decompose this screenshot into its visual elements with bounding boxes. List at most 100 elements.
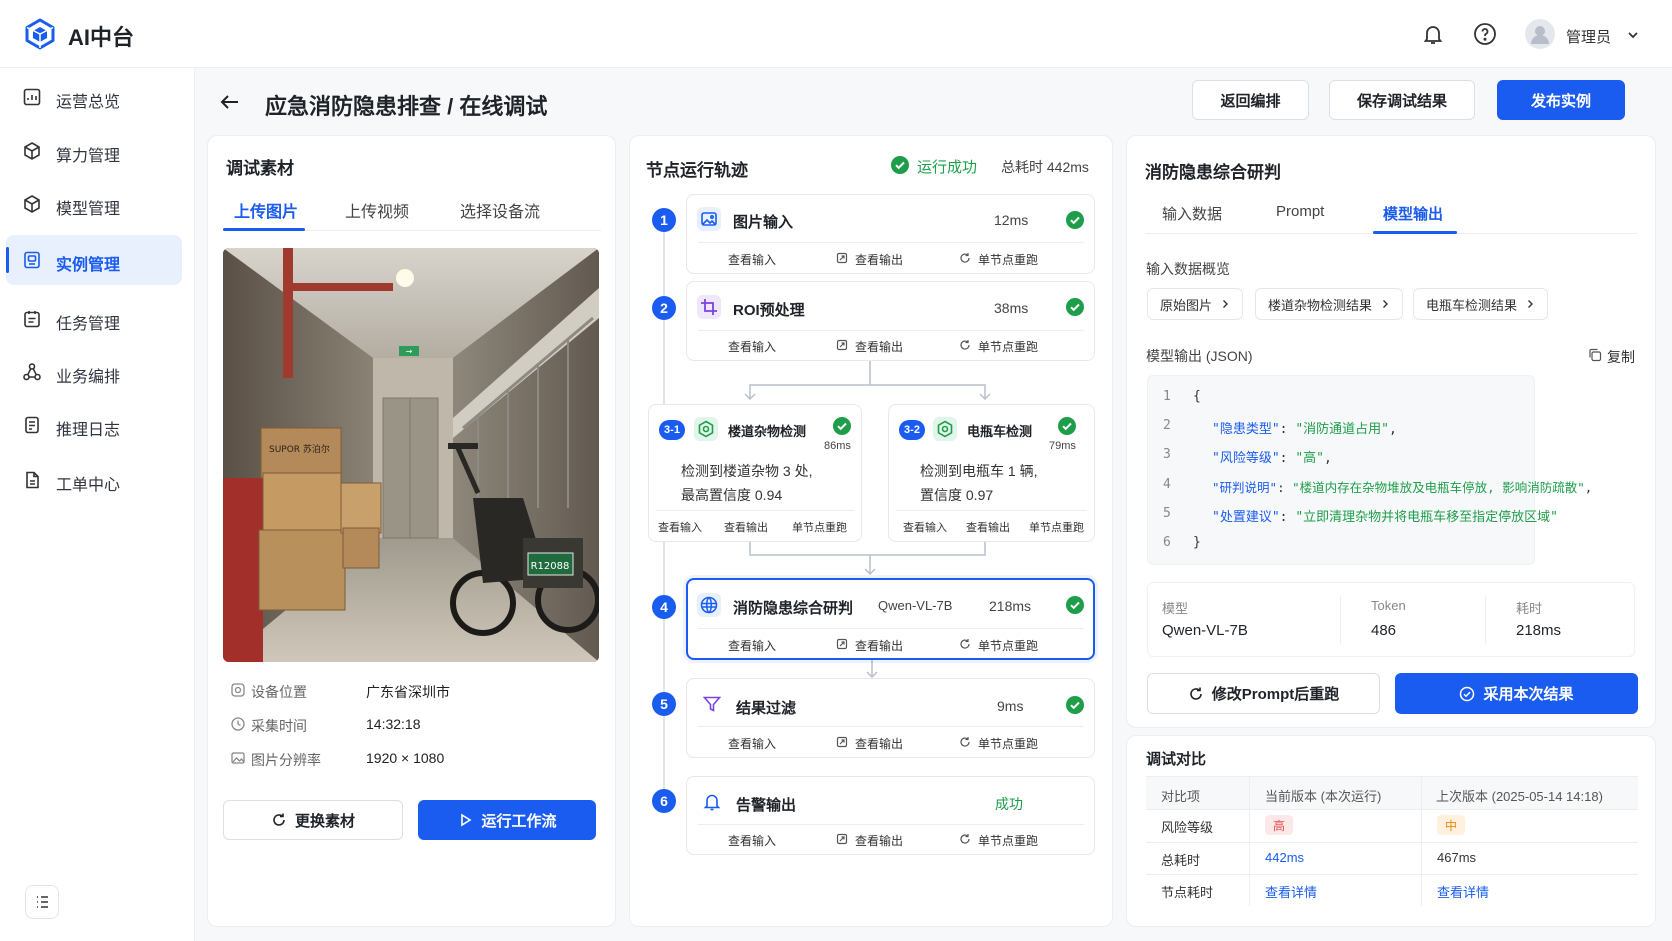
view-output-link[interactable]: 查看输出 — [855, 338, 903, 355]
tab-prompt[interactable]: Prompt — [1276, 203, 1324, 220]
json-key: "风险等级" — [1212, 451, 1280, 466]
node4-to-node5-arrow — [866, 660, 878, 679]
exit-sign-text: → — [406, 347, 413, 356]
current-node-time-details-link[interactable]: 查看详情 — [1265, 882, 1317, 901]
view-output-icon — [836, 339, 848, 351]
risk-badge-medium: 中 — [1437, 815, 1466, 835]
view-input-link[interactable]: 查看输入 — [728, 637, 776, 654]
stat-key: 耗时 — [1516, 601, 1543, 616]
sidebar-item-instances[interactable]: 实例管理 — [6, 235, 182, 285]
adopt-result-button[interactable]: 采用本次结果 — [1395, 673, 1638, 714]
view-output-link[interactable]: 查看输出 — [855, 637, 903, 654]
json-value: "高" — [1295, 451, 1324, 466]
view-input-link[interactable]: 查看输入 — [728, 735, 776, 752]
view-output-link[interactable]: 查看输出 — [966, 519, 1010, 535]
chip-ebike-result[interactable]: 电瓶车检测结果 — [1413, 288, 1549, 320]
sidebar-item-label: 业务编排 — [56, 369, 121, 386]
rerun-node-link[interactable]: 单节点重跑 — [978, 735, 1038, 752]
view-output-link[interactable]: 查看输出 — [724, 519, 768, 535]
tab-upload-image[interactable]: 上传图片 — [234, 198, 298, 222]
view-input-link[interactable]: 查看输入 — [658, 519, 702, 535]
username[interactable]: 管理员 — [1566, 26, 1611, 47]
node-description: 检测到电瓶车 1 辆, — [920, 463, 1038, 479]
node-name: 图片输入 — [733, 214, 794, 231]
sidebar-item-models[interactable]: 模型管理 — [6, 179, 182, 229]
back-arrow-icon[interactable] — [218, 90, 242, 114]
chip-label: 原始图片 — [1160, 297, 1213, 313]
view-input-link[interactable]: 查看输入 — [728, 251, 776, 268]
stat-value: Qwen-VL-7B — [1162, 622, 1248, 639]
node-status: 成功 — [995, 796, 1023, 812]
col-divider — [1249, 776, 1250, 906]
rerun-node-link[interactable]: 单节点重跑 — [1029, 519, 1084, 535]
meta-key: 采集时间 — [251, 718, 307, 734]
run-workflow-button[interactable]: 运行工作流 — [418, 800, 596, 840]
tab-device-stream[interactable]: 选择设备流 — [460, 198, 540, 222]
debug-source-image: → SUPOR 苏泊尔 R12088 — [223, 248, 599, 662]
replace-material-button[interactable]: 更换素材 — [223, 800, 403, 840]
ai-model-icon — [697, 593, 721, 617]
stat-value: 486 — [1371, 622, 1397, 639]
stat-key: 模型 — [1162, 601, 1189, 616]
sidebar-item-compute[interactable]: 算力管理 — [6, 126, 182, 176]
page-title: 应急消防隐患排查 / 在线调试 — [265, 94, 548, 119]
rerun-icon — [959, 736, 971, 748]
json-key: "隐患类型" — [1212, 422, 1280, 437]
line-number: 2 — [1163, 418, 1171, 433]
compare-header: 上次版本 (2025-05-14 14:18) — [1436, 789, 1603, 804]
publish-instance-button[interactable]: 发布实例 — [1497, 80, 1625, 120]
json-row: "隐患类型": "消防通道占用", — [1212, 422, 1397, 437]
tab-input-data[interactable]: 输入数据 — [1162, 203, 1222, 224]
node-time: 218ms — [989, 598, 1032, 614]
view-input-link[interactable]: 查看输入 — [903, 519, 947, 535]
notification-bell-icon[interactable] — [1421, 22, 1445, 46]
chip-debris-result[interactable]: 楼道杂物检测结果 — [1255, 288, 1404, 320]
input-overview-label: 输入数据概览 — [1146, 261, 1230, 277]
tab-model-output[interactable]: 模型输出 — [1383, 203, 1443, 224]
compare-header: 对比项 — [1161, 789, 1201, 804]
rerun-with-prompt-label: 修改Prompt后重跑 — [1211, 686, 1340, 703]
copy-button[interactable]: 复制 — [1607, 347, 1635, 367]
rerun-with-prompt-button[interactable]: 修改Prompt后重跑 — [1147, 673, 1380, 714]
view-output-link[interactable]: 查看输出 — [855, 735, 903, 752]
user-avatar[interactable] — [1525, 19, 1555, 49]
sidebar-item-tasks[interactable]: 任务管理 — [6, 294, 182, 344]
rerun-node-link[interactable]: 单节点重跑 — [792, 519, 847, 535]
view-input-link[interactable]: 查看输入 — [728, 338, 776, 355]
model-cube-icon — [22, 194, 42, 214]
node-divider — [698, 726, 1084, 727]
sidebar-item-orchestration[interactable]: 业务编排 — [6, 347, 182, 397]
json-open-brace: { — [1193, 389, 1201, 404]
workflow-nodes-icon — [22, 362, 42, 382]
view-output-link[interactable]: 查看输出 — [855, 251, 903, 268]
view-output-link[interactable]: 查看输出 — [855, 832, 903, 849]
line-number: 6 — [1163, 535, 1171, 550]
sidebar-item-overview[interactable]: 运营总览 — [6, 72, 182, 122]
sidebar-item-tickets[interactable]: 工单中心 — [6, 455, 182, 505]
save-debug-result-button[interactable]: 保存调试结果 — [1329, 80, 1475, 120]
tab-upload-video[interactable]: 上传视频 — [345, 198, 409, 222]
refresh-icon — [273, 813, 285, 826]
rerun-node-link[interactable]: 单节点重跑 — [978, 832, 1038, 849]
rerun-node-link[interactable]: 单节点重跑 — [978, 251, 1038, 268]
view-output-icon — [836, 252, 848, 264]
active-tab-indicator — [223, 228, 305, 231]
previous-node-time-details-link[interactable]: 查看详情 — [1437, 882, 1489, 901]
view-input-link[interactable]: 查看输入 — [728, 832, 776, 849]
back-to-edit-button[interactable]: 返回编排 — [1192, 80, 1309, 120]
rerun-node-link[interactable]: 单节点重跑 — [978, 338, 1038, 355]
chip-label: 电瓶车检测结果 — [1426, 297, 1518, 313]
task-calendar-icon — [22, 309, 42, 329]
help-icon[interactable] — [1473, 22, 1497, 46]
previous-total-time: 467ms — [1437, 850, 1477, 865]
rerun-node-link[interactable]: 单节点重跑 — [978, 637, 1038, 654]
chip-raw-image[interactable]: 原始图片 — [1147, 288, 1244, 320]
sidebar-collapse-button[interactable] — [25, 885, 59, 919]
ticket-document-icon — [22, 470, 42, 490]
node-divider — [698, 242, 1084, 243]
chevron-down-icon[interactable] — [1626, 28, 1640, 42]
copy-icon[interactable] — [1588, 348, 1602, 362]
run-workflow-label: 运行工作流 — [481, 812, 557, 830]
sidebar-item-logs[interactable]: 推理日志 — [6, 400, 182, 450]
node-success-check-icon — [833, 417, 851, 435]
